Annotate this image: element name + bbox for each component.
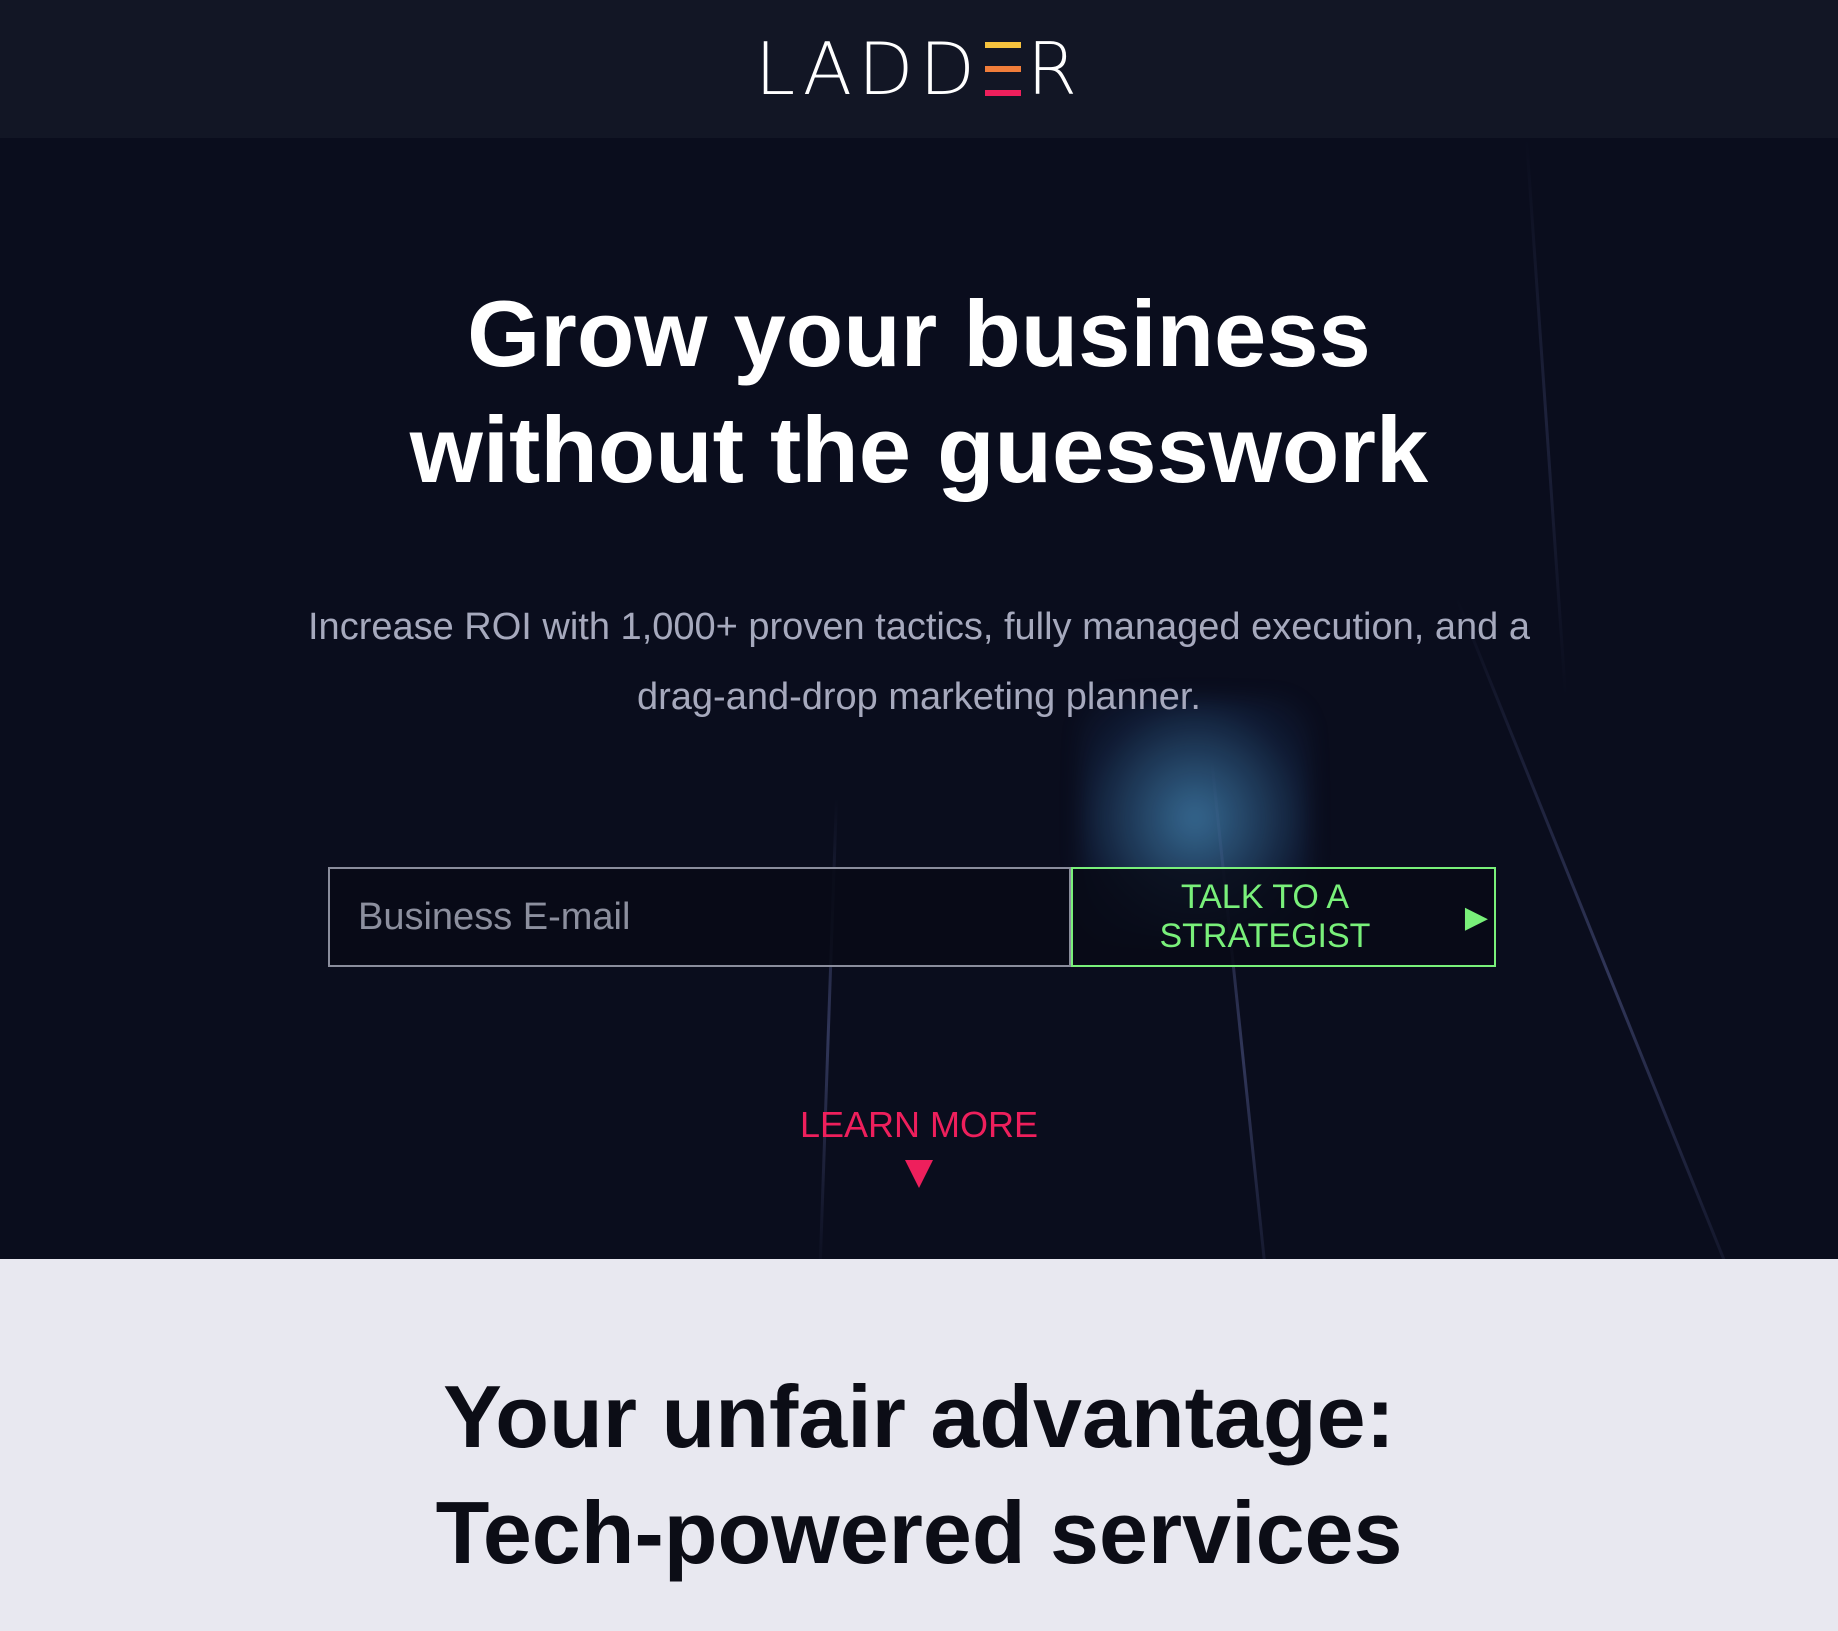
- triangle-down-icon: [905, 1160, 933, 1188]
- signup-form: TALK TO A STRATEGIST ▶: [328, 867, 1496, 967]
- hero-subtitle: Increase ROI with 1,000+ proven tactics,…: [0, 592, 1838, 732]
- logo-e-mark: [984, 42, 1021, 96]
- learn-more-label: LEARN MORE: [799, 1104, 1039, 1145]
- top-bar: LADD R: [0, 0, 1838, 138]
- section-heading-line-1: Your unfair advantage:: [443, 1367, 1395, 1466]
- hero-heading-line-2: without the guesswork: [409, 397, 1429, 502]
- logo-text-right: R: [1026, 27, 1083, 111]
- talk-to-strategist-button[interactable]: TALK TO A STRATEGIST ▶: [1071, 867, 1496, 967]
- logo-e-bar-bottom: [984, 90, 1021, 96]
- advantage-section: Your unfair advantage: Tech-powered serv…: [0, 1259, 1838, 1631]
- hero-heading-line-1: Grow your business: [467, 281, 1371, 386]
- logo-e-bar-middle: [984, 66, 1021, 72]
- hero-section: Grow your business without the guesswork…: [0, 138, 1838, 1259]
- hero-subtitle-line-1: Increase ROI with 1,000+ proven tactics,…: [308, 606, 1530, 648]
- section-heading: Your unfair advantage: Tech-powered serv…: [0, 1359, 1838, 1591]
- learn-more-link[interactable]: LEARN MORE: [0, 1104, 1838, 1197]
- hero-heading: Grow your business without the guesswork: [0, 276, 1838, 508]
- hero-subtitle-line-2: drag-and-drop marketing planner.: [636, 676, 1201, 718]
- ladder-logo[interactable]: LADD R: [755, 33, 1083, 105]
- logo-e-bar-top: [984, 42, 1021, 48]
- logo-text-left: LADD: [755, 27, 981, 111]
- business-email-input[interactable]: [328, 867, 1071, 967]
- section-heading-line-2: Tech-powered services: [435, 1483, 1403, 1582]
- play-icon: ▶: [1464, 900, 1488, 934]
- cta-label: TALK TO A STRATEGIST: [1159, 878, 1371, 955]
